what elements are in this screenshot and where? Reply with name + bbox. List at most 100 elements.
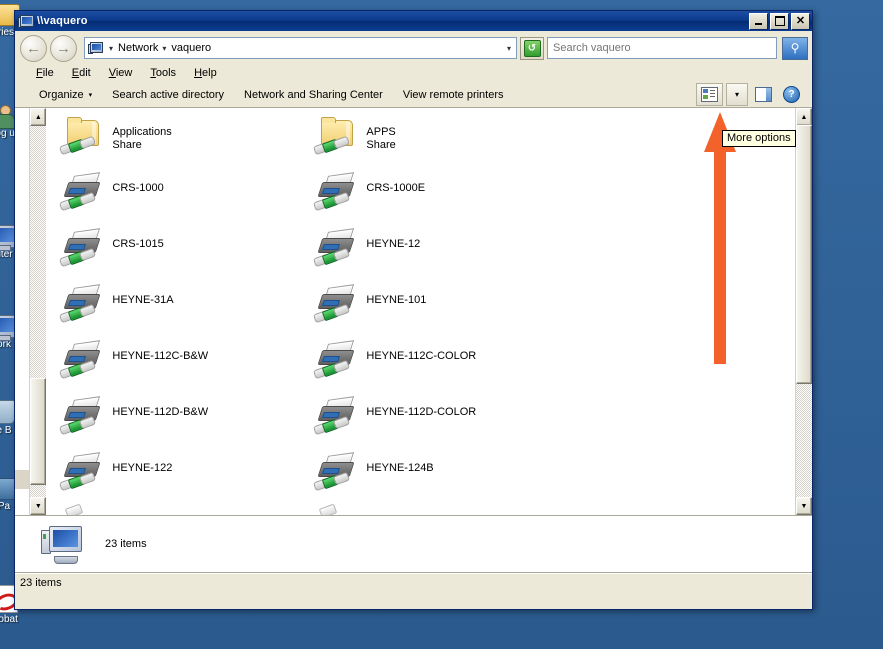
file-item[interactable]: HEYNE-101 xyxy=(304,282,558,338)
breadcrumb-item-network[interactable]: Network xyxy=(117,42,159,54)
shared-printer-icon xyxy=(314,286,360,328)
file-item-label: HEYNE-31A xyxy=(112,286,173,307)
show-preview-pane-button[interactable] xyxy=(751,83,776,106)
menu-view[interactable]: View xyxy=(100,66,142,80)
file-list-scrollbar[interactable]: ▲ ▼ xyxy=(795,108,812,515)
window-titlebar[interactable]: \\vaquero ✕ xyxy=(15,11,812,31)
file-item-label: HEYNE-112C-COLOR xyxy=(366,342,476,363)
scroll-down-arrow[interactable]: ▼ xyxy=(30,497,46,515)
more-options-button[interactable]: ▾ xyxy=(726,83,748,106)
navigation-tree[interactable]: PSYGSIF03_H12…PSYGSIF04_H12…PSYGSIF05_H1… xyxy=(15,108,46,515)
search-icon: ⚲ xyxy=(791,41,800,55)
network-computer-icon xyxy=(88,42,102,54)
search-box[interactable] xyxy=(547,37,777,59)
computer-icon xyxy=(18,15,33,28)
change-view-button[interactable] xyxy=(696,83,723,106)
file-item-label: HEYNE-112C-B&W xyxy=(112,342,208,363)
maximize-button[interactable] xyxy=(770,13,789,30)
file-item-label: HEYNE-112D-COLOR xyxy=(366,398,476,419)
window-buttons: ✕ xyxy=(749,13,810,30)
command-bar-right: ▾ ? xyxy=(696,83,812,106)
address-dropdown-icon[interactable]: ▾ xyxy=(507,44,513,53)
menu-tools[interactable]: Tools xyxy=(141,66,185,80)
help-icon: ? xyxy=(783,86,800,103)
partial-row xyxy=(46,506,812,515)
file-item[interactable]: HEYNE-112D-COLOR xyxy=(304,394,558,450)
file-item[interactable]: CRS-1015 xyxy=(50,226,304,282)
file-item-label: CRS-1000 xyxy=(112,174,163,195)
breadcrumb-caret-network[interactable]: ▾ xyxy=(159,44,170,53)
menu-edit[interactable]: Edit xyxy=(63,66,100,80)
file-item[interactable]: CRS-1000 xyxy=(50,170,304,226)
network-and-sharing-center-button[interactable]: Network and Sharing Center xyxy=(234,87,393,103)
shared-printer-icon xyxy=(314,230,360,272)
command-bar: Organize ▾ Search active directory Netwo… xyxy=(15,82,812,108)
file-item-name: HEYNE-112D-COLOR xyxy=(366,406,476,418)
menu-bar: File Edit View Tools Help xyxy=(15,63,812,82)
user-icon xyxy=(0,105,14,127)
shared-printer-icon xyxy=(314,174,360,216)
file-item-name: HEYNE-112D-B&W xyxy=(112,406,208,418)
file-item[interactable]: HEYNE-112C-B&W xyxy=(50,338,304,394)
search-active-directory-button[interactable]: Search active directory xyxy=(102,87,234,103)
shared-printer-icon xyxy=(60,230,106,272)
file-item-name: CRS-1000E xyxy=(366,182,425,194)
file-item[interactable]: HEYNE-31A xyxy=(50,282,304,338)
breadcrumb-item-vaquero[interactable]: vaquero xyxy=(170,42,212,54)
file-item-subtitle: Share xyxy=(366,139,395,151)
organize-button[interactable]: Organize ▾ xyxy=(29,87,102,103)
file-grid: ApplicationsShare APPSShare CRS-1000 CRS-10… xyxy=(46,108,812,506)
file-item[interactable]: HEYNE-12 xyxy=(304,226,558,282)
file-item[interactable]: HEYNE-112C-COLOR xyxy=(304,338,558,394)
file-item-name: CRS-1015 xyxy=(112,238,163,250)
help-button[interactable]: ? xyxy=(779,83,804,106)
shared-folder-icon xyxy=(314,118,360,160)
back-button[interactable]: ← xyxy=(20,35,47,62)
menu-file[interactable]: File xyxy=(27,66,63,80)
file-item-name: HEYNE-31A xyxy=(112,294,173,306)
file-item[interactable]: HEYNE-124B xyxy=(304,450,558,506)
file-item-label: ApplicationsShare xyxy=(112,118,171,152)
menu-view-label: iew xyxy=(116,67,133,79)
recycle-bin-icon xyxy=(0,400,15,424)
search-input[interactable] xyxy=(551,41,773,55)
tree-scrollbar[interactable]: ▲ ▼ xyxy=(29,108,46,515)
file-item[interactable]: HEYNE-112D-B&W xyxy=(50,394,304,450)
menu-file-label: ile xyxy=(43,67,54,79)
file-item-label: HEYNE-124B xyxy=(366,454,433,475)
explorer-window: \\vaquero ✕ ← → ▾ Network ▾ vaquero ▾ ↺ … xyxy=(14,10,813,610)
shared-printer-icon xyxy=(60,174,106,216)
search-button[interactable]: ⚲ xyxy=(782,37,808,60)
forward-button[interactable]: → xyxy=(50,35,77,62)
partial-item xyxy=(314,506,568,515)
scroll-thumb[interactable] xyxy=(796,125,812,384)
view-remote-printers-button[interactable]: View remote printers xyxy=(393,87,514,103)
scroll-up-arrow[interactable]: ▲ xyxy=(30,108,46,126)
scroll-thumb[interactable] xyxy=(30,378,46,485)
file-item[interactable]: CRS-1000E xyxy=(304,170,558,226)
details-pane: 23 items xyxy=(15,516,812,573)
status-text: 23 items xyxy=(20,577,62,589)
file-item-label: HEYNE-122 xyxy=(112,454,172,475)
close-button[interactable]: ✕ xyxy=(791,13,810,30)
file-item[interactable]: HEYNE-122 xyxy=(50,450,304,506)
refresh-button[interactable]: ↺ xyxy=(520,37,544,60)
menu-tools-label: ools xyxy=(156,67,176,79)
views-icon xyxy=(701,87,718,102)
file-item-name: CRS-1000 xyxy=(112,182,163,194)
breadcrumb-caret-root[interactable]: ▾ xyxy=(106,44,117,53)
chevron-down-icon: ▾ xyxy=(735,90,739,99)
file-item[interactable]: APPSShare xyxy=(304,114,558,170)
menu-help[interactable]: Help xyxy=(185,66,226,80)
scroll-down-arrow[interactable]: ▼ xyxy=(796,497,812,515)
file-list[interactable]: ApplicationsShare APPSShare CRS-1000 CRS-10… xyxy=(46,108,812,515)
resize-grip[interactable] xyxy=(798,576,812,590)
file-item-label: APPSShare xyxy=(366,118,395,152)
address-bar[interactable]: ▾ Network ▾ vaquero ▾ xyxy=(84,37,517,59)
minimize-button[interactable] xyxy=(749,13,768,30)
scroll-up-arrow[interactable]: ▲ xyxy=(796,108,812,126)
shared-printer-icon xyxy=(60,342,106,384)
file-item[interactable]: ApplicationsShare xyxy=(50,114,304,170)
shared-printer-icon xyxy=(314,342,360,384)
file-item-name: HEYNE-112C-B&W xyxy=(112,350,208,362)
